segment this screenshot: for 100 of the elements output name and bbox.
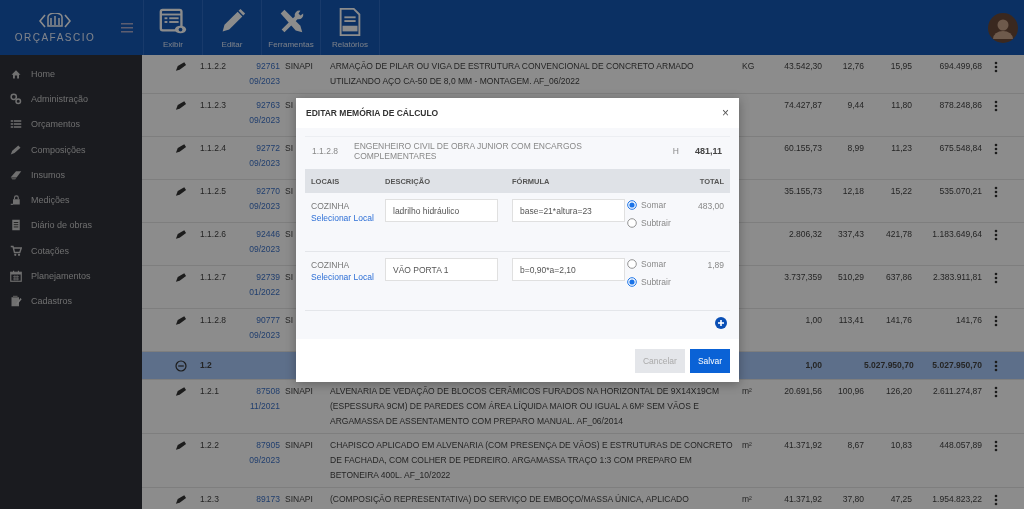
select-location-link[interactable]: Selecionar Local (311, 272, 385, 282)
description-text: ALVENARIA DE VEDAÇÃO DE BLOCOS CERÂMICOS FURADOS NA HORIZONTAL DE 9X14X19CM (ESPESSURA 9CM) DE PAREDES COM ÁREA LÍQUIDA MAIOR OU IGUAL A 6M² SEM VÃOS E ARGAMASSA DE ASSENTAMENTO COM PREPARO MANUAL. AF_06/2014 (330, 386, 720, 426)
source-text: SINAPI (285, 440, 313, 450)
radio-option[interactable]: Subtrair (627, 218, 679, 228)
pencil-icon[interactable] (175, 186, 187, 197)
nav-item[interactable]: Administração (0, 86, 142, 112)
price-value: 421,78 (886, 229, 912, 239)
pencil-icon[interactable] (175, 440, 187, 451)
pencil-icon[interactable] (175, 61, 187, 72)
code-link[interactable]: 90777 (256, 313, 280, 328)
total-value: 2.383.911,81 (933, 272, 982, 282)
code-link[interactable]: 87508 (256, 384, 280, 399)
price-value: 11,23 (891, 143, 912, 153)
item-unit: H (672, 146, 679, 156)
price-value: 141,76 (886, 315, 912, 325)
description-field[interactable]: ladrilho hidráulico (385, 199, 498, 222)
nav-item[interactable]: Cotações (0, 238, 142, 264)
nav-item[interactable]: Planejamentos (0, 263, 142, 289)
unit-cost-value: 8,99 (847, 143, 864, 153)
pencil-icon[interactable] (175, 143, 187, 154)
date-text: 11/2021 (249, 400, 280, 413)
code-link[interactable]: 92770 (256, 184, 280, 199)
radio-icon[interactable] (627, 277, 637, 287)
code-link[interactable]: 92763 (256, 98, 280, 113)
pencil-icon[interactable] (175, 315, 187, 326)
price-value: 5.027.950,70 (864, 360, 914, 370)
logo-icon (39, 12, 71, 29)
total-value: 5.027.950,70 (932, 360, 982, 370)
radio-icon[interactable] (627, 218, 637, 228)
source-text: SINAPI (285, 494, 313, 504)
unit-text: m² (742, 494, 752, 504)
add-icon[interactable] (715, 317, 727, 329)
pencil-icon[interactable] (175, 272, 187, 283)
more-options-icon[interactable] (994, 439, 998, 452)
source-text: SI (285, 315, 294, 325)
nav-item[interactable]: Home (0, 61, 142, 87)
close-button[interactable]: × (722, 106, 729, 120)
more-options-icon[interactable] (994, 228, 998, 241)
code-link[interactable]: 92761 (256, 59, 280, 74)
source-text: SI (285, 143, 294, 153)
formula-field[interactable]: base=21*altura=23 (512, 199, 625, 222)
code-link[interactable]: 92446 (256, 227, 280, 242)
total-value: 483,00 (698, 201, 724, 211)
code-link[interactable]: 87905 (256, 438, 280, 453)
gears-icon (10, 92, 22, 105)
select-location-link[interactable]: Selecionar Local (311, 213, 385, 223)
source-text: SI (285, 229, 294, 239)
nav-item[interactable]: Cadastros (0, 288, 142, 314)
more-options-icon[interactable] (994, 314, 998, 327)
item-number: 1.1.2.2 (200, 61, 226, 71)
description-text: (COMPOSIÇÃO REPRESENTATIVA) DO SERVIÇO DE EMBOÇO/MASSA ÚNICA, APLICADO (330, 494, 689, 504)
description-text: ARMAÇÃO DE PILAR OU VIGA DE ESTRUTURA CONVENCIONAL DE CONCRETO ARMADO UTILIZANDO AÇO CA-50 DE 8,0 MM - MONTAGEM. AF_06/2022 (330, 61, 694, 86)
formula-field[interactable]: b=0,90*a=2,10 (512, 258, 625, 281)
nav-item[interactable]: Insumos (0, 162, 142, 188)
more-options-icon[interactable] (994, 185, 998, 198)
radio-option[interactable]: Subtrair (627, 277, 679, 287)
nav-item[interactable]: Composições (0, 136, 142, 163)
radio-icon[interactable] (627, 259, 637, 269)
pencil-icon[interactable] (175, 229, 187, 240)
document-icon (10, 219, 22, 232)
date-text: 09/2023 (249, 329, 280, 342)
total-value: 141,76 (956, 315, 982, 325)
collapse-icon[interactable] (175, 359, 187, 372)
item-number: 1.1.2.4 (200, 143, 226, 153)
code-link[interactable]: 92772 (256, 141, 280, 156)
price-value: 47,25 (890, 494, 912, 504)
quantity-value: 1,00 (805, 360, 822, 370)
unit-text: m² (742, 440, 752, 450)
source-text: SI (285, 186, 294, 196)
radio-option[interactable]: Somar (627, 259, 679, 269)
location-text: COZINHA (311, 260, 351, 270)
nav-item[interactable]: Orçamentos (0, 111, 142, 137)
quantity-value: 41.371,92 (784, 494, 822, 504)
quantity-value: 3.737,359 (784, 272, 822, 282)
more-options-icon[interactable] (994, 60, 998, 73)
pencil-icon[interactable] (175, 386, 187, 397)
more-options-icon[interactable] (994, 142, 998, 155)
total-value: 1.183.649,64 (932, 229, 982, 239)
date-text: 09/2023 (249, 75, 280, 88)
unit-cost-value: 37,80 (842, 494, 864, 504)
code-link[interactable]: 89173 (256, 492, 280, 507)
description-field[interactable]: VÃO PORTA 1 (385, 258, 498, 281)
pencil-icon[interactable] (175, 100, 187, 111)
more-options-icon[interactable] (994, 385, 998, 398)
quantity-value: 43.542,30 (784, 61, 822, 71)
more-options-icon[interactable] (994, 271, 998, 284)
date-text: 09/2023 (249, 200, 280, 213)
pencil-icon[interactable] (175, 494, 187, 505)
nav-item[interactable]: Medições (0, 187, 142, 213)
radio-option[interactable]: Somar (627, 200, 679, 210)
total-value: 694.499,68 (939, 61, 982, 71)
location-text: COZINHA (311, 201, 351, 211)
quantity-value: 41.371,92 (784, 440, 822, 450)
more-options-icon[interactable] (994, 493, 998, 506)
more-options-icon[interactable] (994, 99, 998, 112)
nav-item[interactable]: Diário de obras (0, 212, 142, 239)
code-link[interactable]: 92739 (256, 270, 280, 285)
more-options-icon[interactable] (994, 359, 998, 372)
save-button[interactable]: Salvar (689, 349, 730, 373)
radio-icon[interactable] (627, 200, 637, 210)
